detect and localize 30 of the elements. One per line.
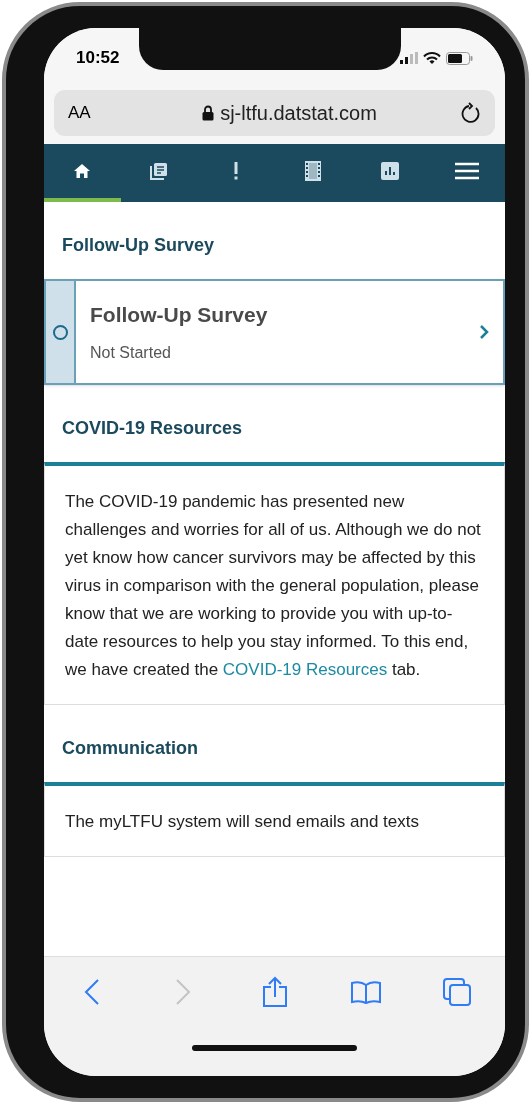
documents-icon bbox=[149, 161, 170, 181]
address-bar[interactable]: AA sj-ltfu.datstat.com bbox=[54, 90, 495, 136]
chart-icon bbox=[380, 162, 399, 180]
text-size-button[interactable]: AA bbox=[68, 100, 118, 126]
back-icon bbox=[84, 978, 100, 1006]
section-heading: Follow-Up Survey bbox=[62, 235, 214, 255]
bookmarks-icon bbox=[350, 980, 381, 1004]
menu-icon bbox=[454, 162, 479, 180]
section-heading: COVID-19 Resources bbox=[62, 418, 243, 438]
status-time: 10:52 bbox=[76, 47, 120, 70]
tabs-icon bbox=[442, 977, 472, 1007]
home-icon bbox=[73, 163, 92, 179]
chevron-right-icon bbox=[479, 324, 489, 340]
survey-title: Follow-Up Survey bbox=[90, 302, 269, 329]
survey-status: Not Started bbox=[90, 342, 172, 363]
covid-resources-link[interactable]: COVID-19 Resources bbox=[222, 660, 388, 679]
url-text: sj-ltfu.datstat.com bbox=[220, 101, 377, 126]
film-icon bbox=[304, 161, 321, 181]
paragraph: The COVID-19 pandemic has presented new challenges and worries for all of us. Although we do not yet know how cancer survivors may be affected by this virus in comparison with the general population, please know that we are working to provide you with up-to-date resources to help you stay informed. To this end, we have created the COVID-19 Resources tab. bbox=[65, 491, 482, 681]
signal-icon bbox=[400, 52, 418, 64]
wifi-icon bbox=[423, 51, 441, 65]
battery-icon bbox=[446, 51, 473, 65]
section-heading: Communication bbox=[62, 738, 198, 758]
alert-icon bbox=[233, 162, 240, 180]
paragraph: The myLTFU system will send emails and texts bbox=[65, 811, 420, 833]
lock-icon bbox=[202, 105, 215, 121]
reload-icon[interactable] bbox=[461, 102, 481, 124]
forward-icon bbox=[175, 978, 192, 1006]
share-icon bbox=[261, 976, 288, 1008]
survey-card[interactable]: Follow-Up Survey Not Started bbox=[44, 279, 505, 385]
